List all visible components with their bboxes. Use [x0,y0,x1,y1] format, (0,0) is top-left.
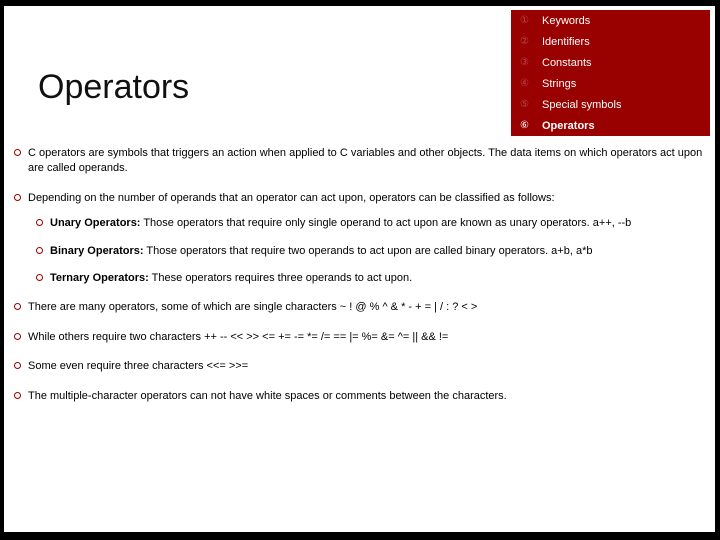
legend-label: Identifiers [542,36,590,48]
legend-row-special-symbols: ⑤ Special symbols [511,94,710,115]
legend-label: Strings [542,78,576,90]
bullet-intro: C operators are symbols that triggers an… [12,146,708,177]
legend-label: Keywords [542,15,590,27]
legend-label: Operators [542,120,595,132]
subbullet-rest: These operators requires three operands … [149,272,412,284]
subbullet-bold: Unary Operators: [50,217,140,229]
legend-row-constants: ③ Constants [511,52,710,73]
bullet-classification: Depending on the number of operands that… [12,191,708,287]
legend-num: ② [520,36,542,47]
subbullet-binary: Binary Operators: Those operators that r… [28,244,708,259]
subbullet-rest: Those operators that require only single… [140,217,631,229]
bullet-single-char: There are many operators, some of which … [12,300,708,315]
bullet-text: Some even require three characters <<= >… [28,360,248,372]
legend-row-operators: ⑥ Operators [511,115,710,136]
bullet-three-char: Some even require three characters <<= >… [12,359,708,374]
legend-num: ⑥ [520,120,542,131]
legend-num: ⑤ [520,99,542,110]
legend-row-identifiers: ② Identifiers [511,31,710,52]
toc-legend: ① Keywords ② Identifiers ③ Constants ④ S… [511,10,710,136]
legend-row-keywords: ① Keywords [511,10,710,31]
bullet-no-whitespace: The multiple-character operators can not… [12,389,708,404]
bullet-two-char: While others require two characters ++ -… [12,330,708,345]
legend-num: ① [520,15,542,26]
subbullet-unary: Unary Operators: Those operators that re… [28,216,708,231]
subbullet-rest: Those operators that require two operand… [144,245,593,257]
subbullet-ternary: Ternary Operators: These operators requi… [28,271,708,286]
bullet-text: There are many operators, some of which … [28,301,477,313]
body-content: C operators are symbols that triggers an… [12,146,708,418]
bullet-text: While others require two characters ++ -… [28,331,448,343]
slide: Operators ① Keywords ② Identifiers ③ Con… [4,6,715,532]
legend-label: Special symbols [542,99,621,111]
subbullet-bold: Ternary Operators: [50,272,149,284]
legend-row-strings: ④ Strings [511,73,710,94]
legend-label: Constants [542,57,592,69]
page-title: Operators [38,68,189,107]
legend-num: ④ [520,78,542,89]
bullet-text: C operators are symbols that triggers an… [28,147,702,174]
bullet-text: The multiple-character operators can not… [28,390,507,402]
bullet-text: Depending on the number of operands that… [28,192,555,204]
legend-num: ③ [520,57,542,68]
subbullet-bold: Binary Operators: [50,245,144,257]
